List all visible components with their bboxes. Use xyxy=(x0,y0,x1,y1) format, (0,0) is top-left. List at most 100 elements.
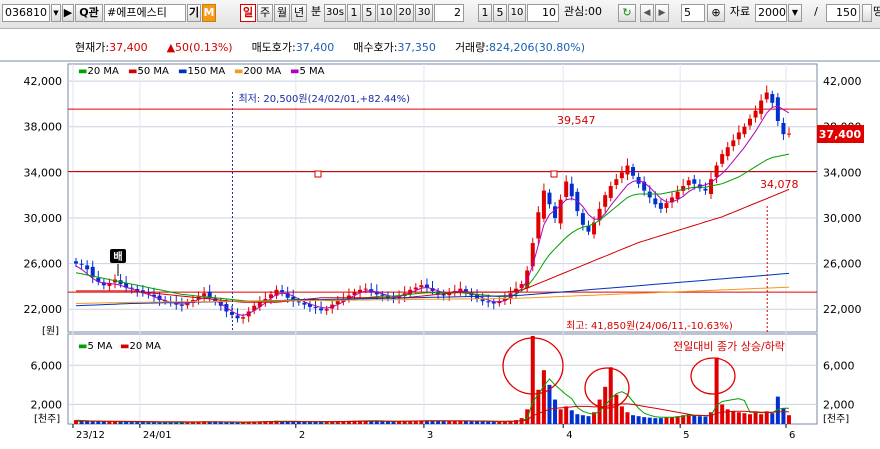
volume-bar xyxy=(703,416,708,424)
arrow-right-icon: ▶ xyxy=(658,8,666,18)
candle-body xyxy=(703,188,708,191)
minute-10-button[interactable]: 10 xyxy=(377,4,395,22)
minute-5-button[interactable]: 5 xyxy=(362,4,376,22)
candle-body xyxy=(608,186,613,198)
candle-body xyxy=(564,181,569,197)
volume-bar xyxy=(664,417,669,424)
period-month-button[interactable]: 월 xyxy=(274,4,290,22)
minute-1-button[interactable]: 1 xyxy=(347,4,361,22)
period-week-button[interactable]: 주 xyxy=(257,4,273,22)
low-annotation: 최저: 20,500원(24/02/01,+82.44%) xyxy=(238,93,410,105)
minute-count-field[interactable]: 2 xyxy=(434,4,464,22)
x-tick-label: 3 xyxy=(427,430,433,441)
page-size-field[interactable]: 150 xyxy=(826,4,860,22)
legend-50ma-label: 50 MA xyxy=(137,66,169,77)
volume-note: 전일대비 종가 상승/하락 xyxy=(673,339,785,353)
volume-bar xyxy=(636,416,641,424)
candle-body xyxy=(664,203,669,208)
candle-body xyxy=(736,132,741,140)
chart-area[interactable]: 42,00042,00038,00038,00034,00034,00030,0… xyxy=(0,28,880,449)
tick-10-button[interactable]: 10 xyxy=(508,4,526,22)
tick-1-button[interactable]: 1 xyxy=(478,4,492,22)
minute-20-button[interactable]: 20 xyxy=(396,4,414,22)
zoom-button[interactable]: ⊕ xyxy=(707,4,725,22)
volume-bar xyxy=(480,421,485,424)
candle-body xyxy=(486,301,491,303)
gi-button[interactable]: 기 xyxy=(187,4,201,22)
tick-count-field[interactable]: 10 xyxy=(527,4,559,22)
scroll-left-button[interactable]: ◀ xyxy=(640,4,654,22)
search-button[interactable]: Q관 xyxy=(75,4,103,22)
x-tick-label: 23/12 xyxy=(76,430,105,441)
m-button[interactable]: M xyxy=(202,4,216,22)
play-button[interactable]: ▶ xyxy=(62,4,74,22)
volume-bar xyxy=(553,399,558,424)
data-count-dropdown-button[interactable]: ▼ xyxy=(788,4,802,22)
volume-bar xyxy=(625,412,630,424)
scroll-right-button[interactable]: ▶ xyxy=(655,4,669,22)
volume-bar xyxy=(569,410,574,424)
volume-bar xyxy=(720,404,725,424)
candle-body xyxy=(759,100,764,114)
volume-legend-5ma: ▬5 MA xyxy=(78,341,113,352)
candle-body xyxy=(720,154,725,164)
refresh-button[interactable]: ↻ xyxy=(618,4,636,22)
candle-body xyxy=(480,299,485,302)
stock-code-dropdown-button[interactable]: ▼ xyxy=(51,4,61,22)
volume-bar xyxy=(558,409,563,424)
bid-label: 매수호가: xyxy=(353,41,398,54)
volume-y-tick-right: 6,000 xyxy=(823,359,855,372)
candle-body xyxy=(569,183,574,197)
candle-body xyxy=(603,195,608,207)
price-y-tick-right: 42,000 xyxy=(823,75,862,88)
candle-body xyxy=(235,315,240,319)
minute-30-button[interactable]: 30 xyxy=(415,4,433,22)
volume-label: 거래량: xyxy=(454,41,490,54)
candle-body xyxy=(714,165,719,178)
period-year-button[interactable]: 년 xyxy=(291,4,307,22)
volume-bar xyxy=(781,408,786,424)
candle-body xyxy=(753,110,758,118)
volume-bar xyxy=(631,415,636,424)
period-day-button[interactable]: 일 xyxy=(240,4,256,22)
candle-body xyxy=(686,180,691,186)
stock-name-field[interactable]: #에프에스티 xyxy=(104,4,186,22)
volume-bar xyxy=(614,394,619,424)
option-checkbox[interactable] xyxy=(862,4,872,22)
volume-bar xyxy=(218,422,223,424)
candle-body xyxy=(313,307,318,309)
legend-50ma: ▬50 MA xyxy=(128,66,169,77)
step-field[interactable]: 5 xyxy=(681,4,705,22)
volume-bar xyxy=(564,406,569,424)
volume-bar xyxy=(436,421,441,424)
candle-body xyxy=(74,261,78,264)
price-y-tick-left: 22,000 xyxy=(24,303,63,316)
current-price-value: 37,400 xyxy=(109,41,148,54)
legend-20ma: ▬20 MA xyxy=(78,66,119,77)
volume-bar xyxy=(575,414,580,424)
candle-body xyxy=(85,265,90,270)
volume-bar xyxy=(385,421,390,424)
price-y-tick-left: 38,000 xyxy=(24,121,63,134)
x-tick-label: 6 xyxy=(789,430,795,441)
volume-bar xyxy=(692,415,697,424)
volume-bar xyxy=(391,421,396,424)
volume-legend-20ma: ▬20 MA xyxy=(120,341,161,352)
current-price-tag: 37,400 xyxy=(819,128,862,141)
volume-bar xyxy=(586,416,591,424)
ask-value: 37,400 xyxy=(295,41,335,54)
candle-body xyxy=(202,293,207,297)
candle-body xyxy=(775,97,780,122)
candle-body xyxy=(631,167,636,176)
stock-code-field[interactable]: 036810 xyxy=(2,4,50,22)
volume-bar xyxy=(770,413,775,424)
minute-30s-button[interactable]: 30s xyxy=(324,4,346,22)
volume-bar xyxy=(736,412,741,424)
volume-y-axis-label-left: [천주] xyxy=(34,413,60,425)
x-tick-label: 4 xyxy=(566,430,572,441)
price-y-axis-label: [원] xyxy=(42,325,59,337)
data-count-field[interactable]: 2000 xyxy=(755,4,787,22)
price-y-tick-left: 34,000 xyxy=(24,166,63,179)
chevron-down-icon: ▼ xyxy=(791,8,799,17)
tick-5-button[interactable]: 5 xyxy=(493,4,507,22)
